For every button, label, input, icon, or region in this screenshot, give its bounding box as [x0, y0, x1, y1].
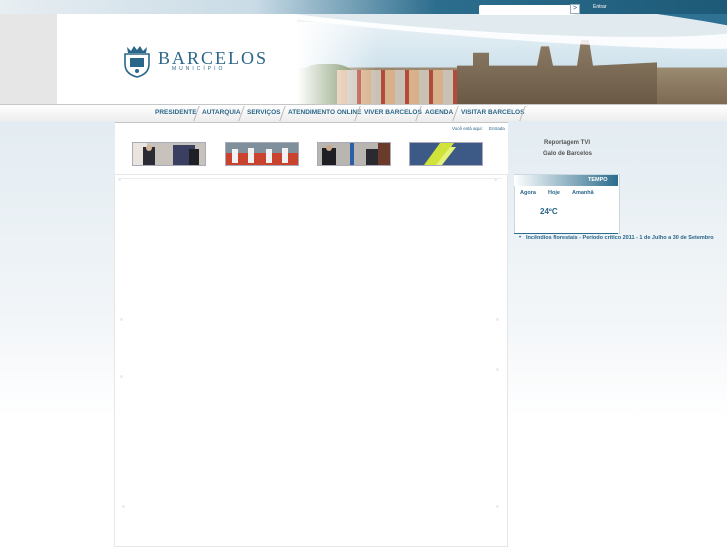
nav-separator [452, 106, 459, 121]
photo-castle [457, 40, 657, 104]
panel-corner-dot [120, 375, 123, 378]
panel-corner-dot [496, 318, 499, 321]
weather-title: TEMPO [588, 177, 608, 183]
main-content-panel [114, 174, 508, 547]
barcelos-crest-icon[interactable] [121, 44, 153, 78]
weather-tab-today[interactable]: Hoje [548, 190, 560, 196]
panel-corner-dot [120, 318, 123, 321]
news-thumbnail[interactable] [317, 142, 391, 166]
nav-item-viver-barcelos[interactable]: VIVER BARCELOS [364, 109, 422, 116]
weather-temperature: 24ºC [540, 207, 558, 216]
panel-corner-dot [118, 178, 121, 181]
nav-item-agenda[interactable]: AGENDA [425, 109, 453, 116]
breadcrumb-current[interactable]: Entrada [489, 126, 505, 131]
nav-item-autarquia[interactable]: AUTARQUIA [202, 109, 241, 116]
nav-item-servicos[interactable]: SERVIÇOS [247, 109, 280, 116]
top-band [0, 0, 727, 14]
news-thumbnail[interactable] [409, 142, 483, 166]
news-thumbnail[interactable] [225, 142, 299, 166]
login-link[interactable]: Entrar [593, 4, 607, 10]
panel-corner-dot [496, 505, 499, 508]
photo-fade [297, 22, 377, 104]
nav-item-visitar-barcelos[interactable]: VISITAR BARCELOS [461, 109, 524, 116]
site-header [0, 0, 727, 104]
breadcrumb-label: Você está aqui: [452, 126, 483, 131]
panel-corner-dot [496, 368, 499, 371]
panel-corner-dot [122, 505, 125, 508]
search-button[interactable]: > [570, 4, 580, 14]
news-item-incendios[interactable]: Incêndios florestais - Período crítico 2… [526, 235, 714, 241]
header-left-panel [0, 14, 57, 104]
weather-tab-tomorrow[interactable]: Amanhã [572, 190, 594, 196]
panel-corner-dot [494, 178, 497, 181]
sidebar-link-reportagem-tvi[interactable]: Reportagem TVI [544, 140, 590, 146]
sidebar-link-galo-de-barcelos[interactable]: Galo de Barcelos [543, 151, 592, 157]
weather-tab-now[interactable]: Agora [520, 190, 536, 196]
bullet-icon: • [519, 235, 522, 241]
nav-item-atendimento-online[interactable]: ATENDIMENTO ONLINE [288, 109, 361, 116]
search-input[interactable] [479, 5, 575, 15]
weather-divider [514, 233, 618, 234]
news-thumbnail[interactable] [132, 142, 206, 166]
panel-divider [118, 178, 502, 179]
background-left [0, 121, 115, 545]
nav-item-presidente[interactable]: PRESIDENTE [155, 109, 197, 116]
logo-subtitle: MUNICÍPIO [172, 66, 226, 72]
